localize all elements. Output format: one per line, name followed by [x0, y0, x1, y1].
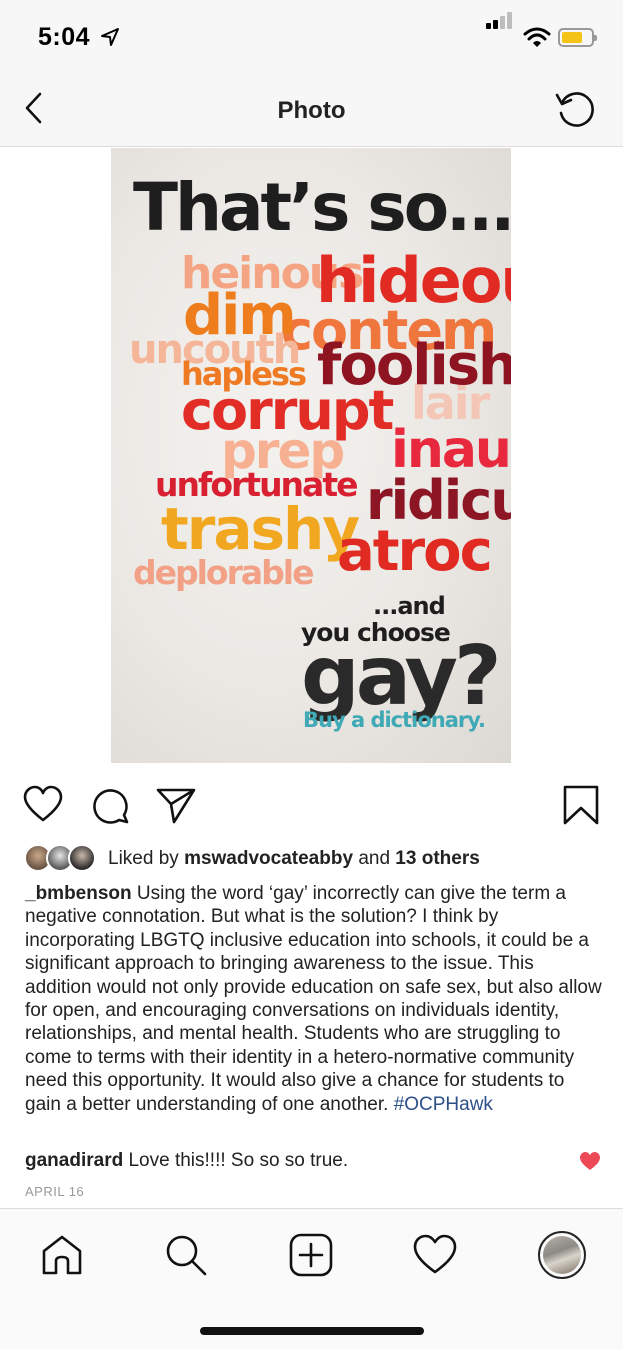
poster-headline: That’s so...	[133, 169, 511, 246]
paper-plane-icon[interactable]	[155, 784, 197, 826]
page-title: Photo	[277, 97, 346, 124]
post-image[interactable]: That’s so... heinous contem hideou dim u…	[111, 148, 511, 763]
comment-like-heart-icon[interactable]	[579, 1151, 601, 1171]
likes-summary[interactable]: Liked by mswadvocateabby and 13 others	[24, 844, 604, 874]
home-indicator	[200, 1327, 424, 1335]
status-bar: 5:04	[0, 0, 623, 70]
post-date: APRIL 16	[25, 1184, 85, 1199]
poster-word: deplorable	[133, 553, 314, 592]
location-arrow-icon	[101, 28, 119, 46]
comment-icon[interactable]	[89, 784, 131, 826]
bookmark-icon[interactable]	[560, 784, 602, 826]
poster-tagline: Buy a dictionary.	[303, 708, 486, 732]
likes-text: Liked by mswadvocateabby and 13 others	[108, 848, 480, 870]
comment-text: Love this!!!! So so so true.	[128, 1150, 349, 1171]
avatar	[68, 844, 96, 872]
post-actions	[0, 780, 623, 830]
poster-word: corrupt	[181, 379, 394, 442]
poster-word: hideou	[316, 244, 511, 317]
poster-word: atroc	[337, 519, 493, 584]
status-time: 5:04	[38, 23, 91, 51]
caption-username[interactable]: _bmbenson	[25, 883, 132, 904]
home-icon[interactable]	[38, 1231, 86, 1279]
battery-icon	[558, 28, 597, 47]
caption-hashtag[interactable]: #OCPHawk	[394, 1094, 493, 1115]
caption-text: Using the word ‘gay’ incorrectly can giv…	[25, 883, 602, 1115]
comment-username[interactable]: ganadirard	[25, 1150, 123, 1171]
profile-avatar[interactable]	[538, 1231, 586, 1279]
post-caption: _bmbenson Using the word ‘gay’ incorrect…	[25, 882, 605, 1116]
navigation-bar: Photo	[0, 70, 623, 147]
poster-gay: gay?	[301, 629, 502, 724]
refresh-icon[interactable]	[553, 87, 597, 131]
likes-others[interactable]: 13 others	[395, 848, 479, 869]
search-icon[interactable]	[162, 1231, 210, 1279]
likes-user[interactable]: mswadvocateabby	[184, 848, 353, 869]
poster-word: trashy	[161, 495, 360, 563]
comment-row: ganadirard Love this!!!! So so so true.	[25, 1150, 565, 1172]
poster-and: ...and	[373, 592, 446, 620]
likes-middle: and	[358, 848, 391, 869]
likes-prefix: Liked by	[108, 848, 179, 869]
wifi-icon	[523, 27, 551, 47]
new-post-icon[interactable]	[287, 1231, 335, 1279]
heart-icon[interactable]	[22, 784, 64, 826]
activity-heart-icon[interactable]	[411, 1231, 459, 1279]
